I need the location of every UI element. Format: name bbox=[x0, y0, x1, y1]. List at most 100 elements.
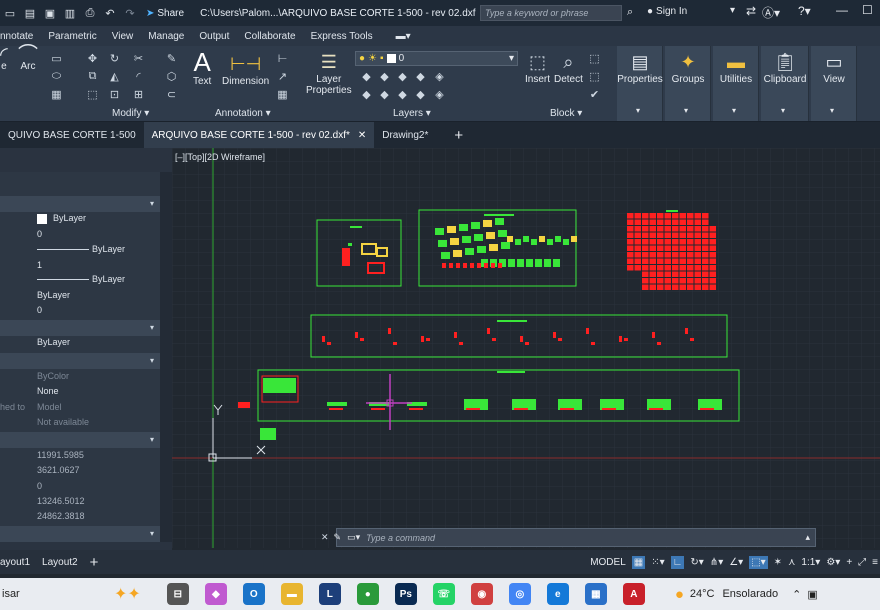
redo-icon[interactable]: ↷ bbox=[123, 6, 137, 20]
prop-height[interactable]: 13246.5012 bbox=[0, 496, 160, 511]
edge-icon[interactable]: e bbox=[546, 583, 569, 605]
layer-tool-9-icon[interactable]: ◆ bbox=[414, 88, 427, 101]
array-icon[interactable]: ⊞ bbox=[132, 88, 145, 101]
tab-file-2[interactable]: ARQUIVO BASE CORTE 1-500 - rev 02.dxf* ✕ bbox=[143, 122, 375, 148]
prop-plot-table[interactable]: None bbox=[0, 386, 160, 401]
prop-center-z[interactable]: 0 bbox=[0, 481, 160, 496]
task-view-icon[interactable]: ⊟ bbox=[166, 583, 189, 605]
annotation-visibility-icon[interactable]: ✶ bbox=[774, 557, 782, 568]
snap-icon[interactable]: ⁙▾ bbox=[651, 557, 664, 568]
weather-icon[interactable]: ● bbox=[675, 586, 684, 603]
copilot-sparkle-icon[interactable]: ✦✦ bbox=[114, 584, 141, 604]
share-button[interactable]: ➤ Share bbox=[146, 8, 184, 19]
autodesk-app-icon[interactable]: Ⓐ▾ bbox=[762, 4, 780, 21]
save-icon[interactable]: ▣ bbox=[43, 6, 57, 20]
close-icon[interactable]: ✕ bbox=[358, 130, 366, 141]
text-button[interactable]: A Text bbox=[193, 48, 211, 87]
clipboard-panel-button[interactable]: 📋︎ Clipboard ▾ bbox=[761, 46, 809, 121]
customize-status-icon[interactable]: ≡ bbox=[872, 557, 878, 568]
tab-annotate[interactable]: nnotate bbox=[0, 31, 33, 42]
command-input[interactable]: Type a command bbox=[366, 533, 435, 543]
groups-panel-button[interactable]: ✦ Groups ▾ bbox=[665, 46, 711, 121]
sign-in-button[interactable]: ● Sign In bbox=[647, 6, 687, 17]
tab-manage[interactable]: Manage bbox=[148, 31, 184, 42]
trim-icon[interactable]: ✂ bbox=[132, 52, 145, 65]
rectangle-icon[interactable]: ▭ bbox=[50, 52, 63, 65]
help-icon[interactable]: ?▾ bbox=[798, 4, 811, 18]
prop-width[interactable]: 24862.3818 bbox=[0, 511, 160, 526]
block-panel-label[interactable]: Block ▾ bbox=[550, 108, 582, 119]
properties-panel-button[interactable]: ▤ Properties ▾ bbox=[617, 46, 663, 121]
fullscreen-icon[interactable]: ⤢ bbox=[858, 557, 866, 568]
file-explorer-icon[interactable]: ▬ bbox=[280, 583, 303, 605]
stretch-icon[interactable]: ⬚ bbox=[86, 88, 99, 101]
prop-plot-style[interactable]: ByColor bbox=[0, 371, 160, 386]
annotation-scale-icon[interactable]: ⋏ bbox=[788, 557, 795, 568]
detect-button[interactable]: ⌕ Detect bbox=[554, 50, 583, 85]
prop-thickness[interactable]: 0 bbox=[0, 305, 160, 320]
copy-icon[interactable]: ⧉ bbox=[86, 70, 99, 83]
layer-tool-3-icon[interactable]: ◆ bbox=[396, 70, 409, 83]
command-history-icon[interactable]: ▭▾ bbox=[347, 532, 360, 543]
annotation-monitor-icon[interactable]: ⬚▾ bbox=[749, 555, 768, 569]
tab-parametric[interactable]: Parametric bbox=[48, 31, 96, 42]
save-as-icon[interactable]: ▥ bbox=[63, 6, 77, 20]
layer-tool-10-icon[interactable]: ◈ bbox=[433, 88, 446, 101]
view-panel-button[interactable]: ▭ View ▾ bbox=[811, 46, 857, 121]
new-file-icon[interactable]: ▭ bbox=[3, 6, 17, 20]
maximize-icon[interactable]: ☐ bbox=[862, 3, 873, 17]
layer-tool-4-icon[interactable]: ◆ bbox=[414, 70, 427, 83]
polar-icon[interactable]: ↻▾ bbox=[690, 557, 703, 568]
layer-tool-8-icon[interactable]: ◆ bbox=[396, 88, 409, 101]
tab-layout1[interactable]: ayout1 bbox=[0, 557, 30, 568]
lineweight-icon[interactable]: ∠▾ bbox=[729, 557, 743, 568]
chrome-profile-icon[interactable]: ● bbox=[356, 583, 379, 605]
copilot-icon[interactable]: ◆ bbox=[204, 583, 227, 605]
section-misc[interactable]: ▾ bbox=[0, 526, 160, 542]
photoshop-icon[interactable]: Ps bbox=[394, 583, 417, 605]
cart-icon[interactable]: ▾ bbox=[730, 5, 735, 16]
search-input[interactable]: Type a keyword or phrase bbox=[480, 5, 622, 21]
prop-center-y[interactable]: 3621.0627 bbox=[0, 465, 160, 480]
close-icon[interactable]: ✕ bbox=[321, 532, 329, 543]
table-icon[interactable]: ▦ bbox=[276, 88, 289, 101]
layer-tool-5-icon[interactable]: ◈ bbox=[433, 70, 446, 83]
exchange-icon[interactable]: ⇄ bbox=[746, 4, 756, 18]
modify-panel-label[interactable]: Modify ▾ bbox=[112, 108, 149, 119]
tab-drawing2[interactable]: Drawing2* bbox=[374, 122, 436, 148]
fillet-icon[interactable]: ◜ bbox=[132, 70, 145, 83]
ellipse-icon[interactable]: ⬭ bbox=[50, 70, 63, 83]
minimize-icon[interactable]: — bbox=[836, 3, 848, 17]
layer-tool-6-icon[interactable]: ◆ bbox=[360, 88, 373, 101]
tab-file-1[interactable]: QUIVO BASE CORTE 1-500 bbox=[0, 122, 144, 148]
plus-icon[interactable]: + bbox=[846, 557, 852, 568]
layer-dropdown[interactable]: ● ☀ ▪ 0 ▾ bbox=[355, 51, 518, 66]
layer-tool-1-icon[interactable]: ◆ bbox=[360, 70, 373, 83]
prop-color[interactable]: ByLayer bbox=[0, 213, 160, 228]
customize-icon[interactable]: ✎ bbox=[334, 532, 342, 543]
prop-plot-attached[interactable]: hed to Model bbox=[0, 402, 160, 417]
chevron-up-icon[interactable]: ▴ bbox=[805, 532, 810, 543]
open-file-icon[interactable]: ▤ bbox=[23, 6, 37, 20]
prop-plot-type[interactable]: Not available bbox=[0, 417, 160, 432]
insert-button[interactable]: ⬚ Insert bbox=[525, 50, 550, 85]
autocad-icon[interactable]: A bbox=[622, 583, 645, 605]
block-tool-1-icon[interactable]: ⬚ bbox=[588, 52, 601, 65]
block-tool-3-icon[interactable]: ✔ bbox=[588, 88, 601, 101]
store-icon[interactable]: ▦ bbox=[584, 583, 607, 605]
mirror-icon[interactable]: ◭ bbox=[108, 70, 121, 83]
layer-tool-7-icon[interactable]: ◆ bbox=[378, 88, 391, 101]
section-view[interactable]: ▾ bbox=[0, 432, 160, 448]
app-red-icon[interactable]: ◉ bbox=[470, 583, 493, 605]
tab-layout2[interactable]: Layout2 bbox=[42, 557, 78, 568]
annotation-panel-label[interactable]: Annotation ▾ bbox=[215, 108, 271, 119]
explode-icon[interactable]: ⬡ bbox=[165, 70, 178, 83]
offset-icon[interactable]: ⊂ bbox=[165, 88, 178, 101]
erase-icon[interactable]: ✎ bbox=[165, 52, 178, 65]
drawing-viewport[interactable]: [–][Top][2D Wireframe] ✕ ✎ ▭▾ Type a com… bbox=[172, 148, 880, 548]
prop-linetype[interactable]: ByLayer bbox=[0, 244, 160, 259]
prop-transparency[interactable]: ByLayer bbox=[0, 290, 160, 305]
section-3d-visualization[interactable]: ▾ bbox=[0, 320, 160, 336]
viewport-label[interactable]: [–][Top][2D Wireframe] bbox=[175, 152, 265, 162]
add-layout-icon[interactable]: + bbox=[90, 554, 99, 571]
